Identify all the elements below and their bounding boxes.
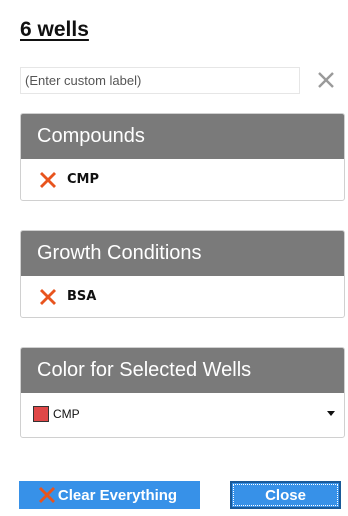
close-button[interactable]: Close: [230, 481, 341, 509]
compound-chip-cmp[interactable]: CMP: [39, 171, 99, 189]
compounds-header: Compounds: [21, 114, 344, 159]
clear-everything-button[interactable]: Clear Everything: [19, 481, 200, 509]
growth-conditions-list: BSA: [21, 276, 344, 317]
color-panel-header: Color for Selected Wells: [21, 348, 344, 393]
custom-label-row: [20, 67, 342, 94]
close-label: Close: [265, 486, 306, 504]
wells-count-title: 6 wells: [20, 18, 89, 41]
clear-x-icon: [38, 486, 56, 504]
clear-everything-label: Clear Everything: [57, 486, 178, 504]
chevron-down-icon: [327, 411, 335, 416]
growth-conditions-panel: Growth Conditions BSA: [20, 230, 345, 318]
clear-label-button[interactable]: [314, 68, 338, 92]
color-panel: Color for Selected Wells CMP: [20, 347, 345, 438]
remove-x-icon[interactable]: [39, 171, 57, 189]
growth-conditions-header: Growth Conditions: [21, 231, 344, 276]
compounds-list: CMP: [21, 159, 344, 200]
remove-x-icon[interactable]: [39, 288, 57, 306]
custom-label-input[interactable]: [20, 67, 300, 94]
color-select-container: CMP: [21, 393, 344, 437]
color-select-dropdown[interactable]: CMP: [23, 403, 341, 425]
condition-chip-bsa[interactable]: BSA: [39, 288, 96, 306]
color-select-value: CMP: [53, 407, 80, 421]
close-icon: [318, 72, 334, 88]
compound-label: CMP: [67, 172, 100, 187]
color-swatch: [33, 406, 49, 422]
compounds-panel: Compounds CMP: [20, 113, 345, 201]
condition-label: BSA: [67, 289, 97, 304]
